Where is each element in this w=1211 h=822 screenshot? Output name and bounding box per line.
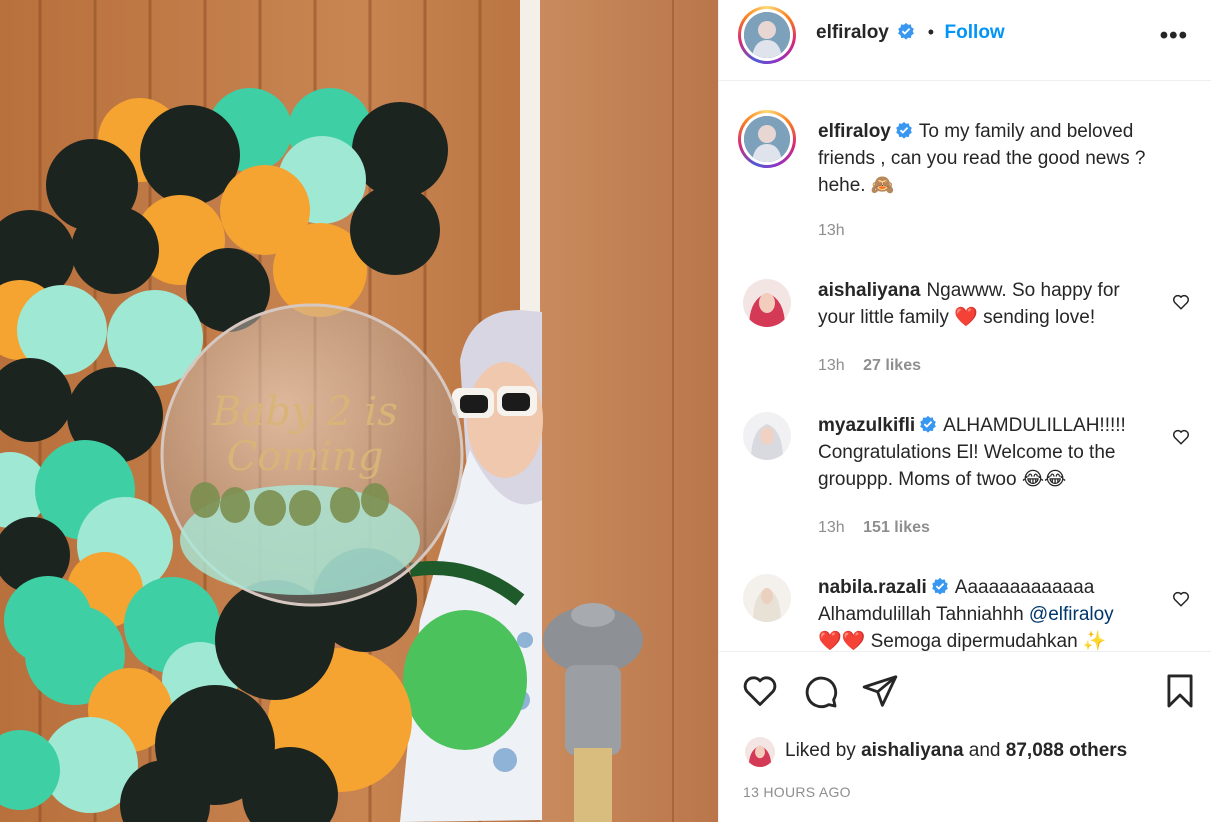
more-options-icon[interactable]: ••• [1160,22,1188,50]
comment-time[interactable]: 13h [818,357,845,374]
comment-text-end: sending love! [983,307,1096,328]
liked-by-prefix: Liked by [785,740,856,761]
laughing-emoji-icon: 😂😂 [1021,469,1067,490]
caption-username[interactable]: elfiraloy [818,121,891,142]
balloon-text-line2: Coming [227,434,384,480]
comment-meta: 13h 27 likes [818,357,921,375]
caption-avatar-image [744,116,790,162]
likes-count[interactable]: 87,088 others [1006,740,1127,761]
comment-icon[interactable] [801,672,839,710]
comment-likes[interactable]: 151 likes [863,519,930,536]
liked-by-text: Liked by aishaliyana and 87,088 others [785,740,1127,762]
comment-like-heart-icon[interactable] [1172,590,1190,608]
author-username[interactable]: elfiraloy [816,22,889,43]
author-avatar[interactable] [738,6,796,64]
comment-text-block: nabila.razali Aaaaaaaaaaaaa Alhamdulillah… [818,574,1163,651]
comment-text-block: aishaliyana Ngawww. So happy for your lit… [818,277,1158,331]
comment-text-line3: Semoga dipermudahkan [870,631,1078,651]
balloon-text-line1: Baby 2 is [211,389,398,435]
comment-text-block: myazulkifli ALHAMDULILLAH!!!!! Congratula… [818,412,1163,493]
verified-badge-icon [898,22,915,40]
post-actions: Liked by aishaliyana and 87,088 others 1… [719,651,1211,821]
liked-by-and: and [968,740,1001,761]
caption-avatar[interactable] [738,110,796,168]
follow-button[interactable]: Follow [945,22,1005,43]
commenter-avatar-image [743,574,791,622]
red-heart-emoji-icon: ❤️ [954,307,978,328]
share-icon[interactable] [861,672,899,710]
mention-link[interactable]: @elfiraloy [1029,604,1114,625]
comment-like-heart-icon[interactable] [1172,293,1190,311]
caption-text-block: elfiraloy To my family and beloved friend… [818,118,1178,199]
comment-time[interactable]: 13h [818,519,845,536]
verified-badge-icon [920,415,936,433]
instagram-post-view: Baby 2 is Coming elfiraloy • Follow ••• … [0,0,1211,822]
comments-list[interactable]: elfiraloy To my family and beloved friend… [719,82,1211,651]
monkey-emoji-icon: 🙈 [870,175,895,196]
commenter-avatar-image [743,279,791,327]
comment-like-heart-icon[interactable] [1172,428,1190,446]
comment-likes[interactable]: 27 likes [863,357,921,374]
comment-avatar[interactable] [743,279,791,327]
red-heart-emoji-icon: ❤️❤️ [818,631,866,651]
caption-time[interactable]: 13h [818,222,845,240]
comment-username[interactable]: myazulkifli [818,415,915,436]
verified-badge-icon [931,577,948,595]
author-avatar-image [744,12,790,58]
comment-meta: 13h 151 likes [818,519,930,537]
comment-username[interactable]: aishaliyana [818,280,920,301]
sparkles-emoji-icon: ✨ [1082,631,1107,651]
post-side-panel: elfiraloy • Follow ••• elfiraloy To my f… [718,0,1211,822]
bookmark-icon[interactable] [1161,672,1199,710]
photo-illustration: Baby 2 is Coming [0,0,718,822]
comment-avatar[interactable] [743,412,791,460]
header-separator: • [927,22,935,42]
post-timestamp[interactable]: 13 HOURS AGO [743,784,851,800]
liked-by-avatar[interactable] [745,737,775,767]
commenter-avatar-image [743,412,791,460]
verified-badge-icon [896,121,912,139]
heart-icon[interactable] [741,672,779,710]
comment-username[interactable]: nabila.razali [818,577,927,598]
post-photo[interactable]: Baby 2 is Coming [0,0,718,822]
liked-by-avatar-image [745,737,775,767]
liked-by-user[interactable]: aishaliyana [861,740,963,761]
post-header: elfiraloy • Follow ••• [719,0,1211,81]
comment-avatar[interactable] [743,574,791,622]
